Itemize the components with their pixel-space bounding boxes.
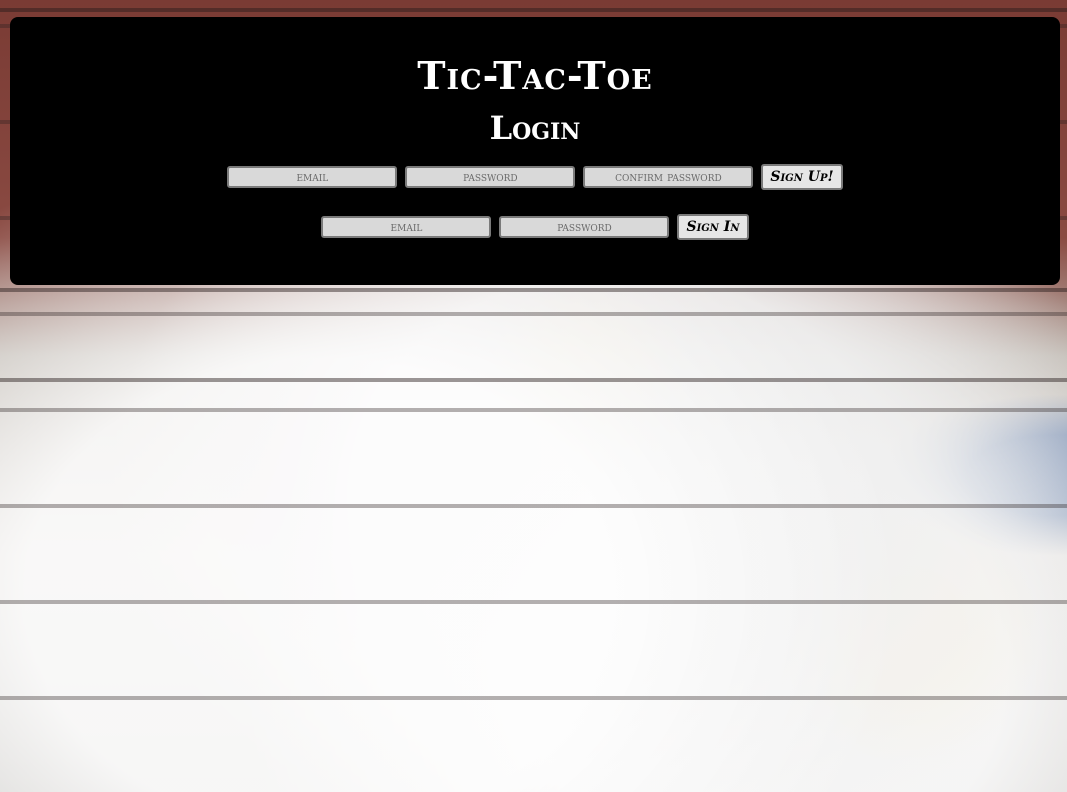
background-brick-line bbox=[0, 288, 1067, 292]
login-heading: Login bbox=[489, 109, 581, 147]
page-title: Tic-Tac-Toe bbox=[417, 53, 653, 98]
background-brick-line bbox=[0, 8, 1067, 12]
signup-email-input[interactable] bbox=[227, 166, 398, 188]
sign-in-button[interactable]: Sign In bbox=[677, 214, 749, 240]
login-panel: Tic-Tac-Toe Login Sign Up! Sign In bbox=[10, 17, 1060, 285]
signup-confirm-password-input[interactable] bbox=[583, 166, 754, 188]
signin-password-input[interactable] bbox=[499, 216, 670, 238]
sign-up-button[interactable]: Sign Up! bbox=[761, 164, 843, 190]
signup-password-input[interactable] bbox=[405, 166, 576, 188]
signin-email-input[interactable] bbox=[321, 216, 492, 238]
signup-form: Sign Up! bbox=[10, 164, 1060, 190]
background-brick-line bbox=[0, 378, 1067, 382]
signin-form: Sign In bbox=[10, 214, 1060, 240]
